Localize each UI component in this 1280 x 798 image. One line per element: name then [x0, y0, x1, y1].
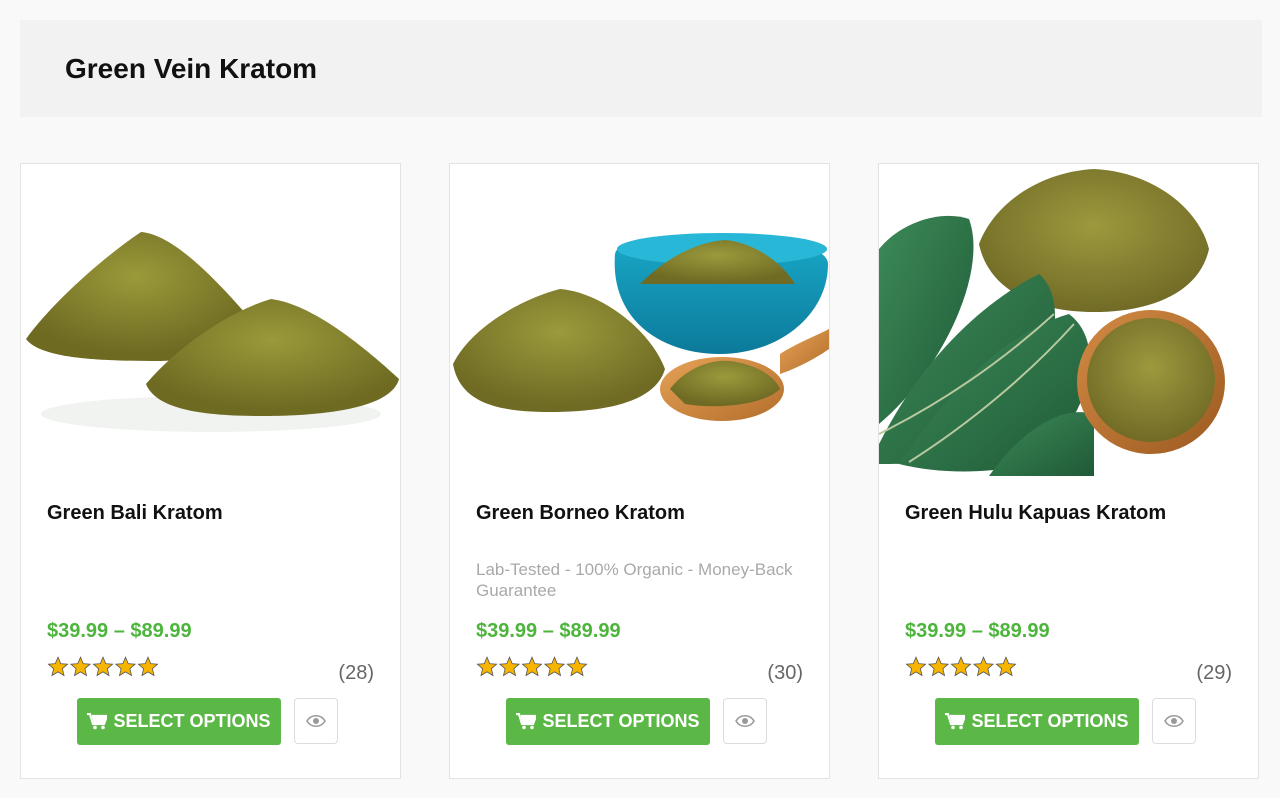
product-price: $39.99 – $89.99	[47, 620, 192, 642]
star-icon	[137, 656, 159, 677]
star-icon	[69, 656, 92, 677]
star-rating	[905, 656, 1020, 683]
star-icon	[972, 656, 995, 677]
star-rating	[47, 656, 162, 683]
star-icon	[927, 656, 950, 677]
product-card: Green Borneo Kratom Lab-Tested - 100% Or…	[449, 163, 830, 779]
product-subtitle: Lab-Tested - 100% Organic - Money-Back G…	[476, 560, 793, 600]
product-card: Green Hulu Kapuas Kratom $39.99 – $89.99…	[878, 163, 1259, 779]
star-icon	[47, 656, 69, 677]
select-options-button[interactable]: SELECT OPTIONS	[77, 698, 281, 745]
product-price: $39.99 – $89.99	[905, 620, 1050, 642]
star-icon	[905, 656, 927, 677]
select-options-button[interactable]: SELECT OPTIONS	[935, 698, 1139, 745]
star-icon	[566, 656, 588, 677]
star-icon	[521, 656, 543, 677]
page-title: Green Vein Kratom	[65, 53, 318, 84]
select-options-label: SELECT OPTIONS	[113, 711, 271, 731]
product-title[interactable]: Green Borneo Kratom	[476, 502, 685, 525]
cart-icon	[87, 713, 108, 730]
star-icon	[950, 656, 972, 677]
eye-icon	[735, 715, 755, 727]
review-count[interactable]: (29)	[1196, 662, 1232, 685]
product-image[interactable]	[21, 164, 400, 476]
eye-icon	[306, 715, 326, 727]
star-icon	[995, 656, 1017, 677]
star-icon	[543, 656, 566, 677]
select-options-label: SELECT OPTIONS	[971, 711, 1129, 731]
review-count[interactable]: (28)	[338, 662, 374, 685]
star-icon	[498, 656, 521, 677]
eye-icon	[1164, 715, 1184, 727]
quick-view-button[interactable]	[1152, 698, 1196, 744]
quick-view-button[interactable]	[723, 698, 767, 744]
review-count[interactable]: (30)	[767, 662, 803, 685]
product-card: Green Bali Kratom $39.99 – $89.99 (28) S…	[20, 163, 401, 779]
quick-view-button[interactable]	[294, 698, 338, 744]
product-price: $39.99 – $89.99	[476, 620, 621, 642]
product-image[interactable]	[450, 164, 829, 476]
select-options-label: SELECT OPTIONS	[542, 711, 700, 731]
star-icon	[476, 656, 498, 677]
cart-icon	[945, 713, 966, 730]
star-rating	[476, 656, 591, 683]
category-header: Green Vein Kratom	[20, 20, 1262, 117]
product-title[interactable]: Green Hulu Kapuas Kratom	[905, 502, 1166, 525]
select-options-button[interactable]: SELECT OPTIONS	[506, 698, 710, 745]
product-title[interactable]: Green Bali Kratom	[47, 502, 223, 525]
cart-icon	[516, 713, 537, 730]
star-icon	[114, 656, 137, 677]
star-icon	[92, 656, 114, 677]
product-image[interactable]	[879, 164, 1258, 476]
